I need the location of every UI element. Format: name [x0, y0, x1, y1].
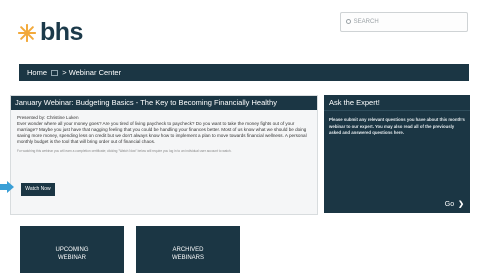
breadcrumb-current: Webinar Center: [68, 68, 122, 77]
logo-text: bhs: [40, 18, 83, 46]
ask-expert-title: Ask the Expert!: [324, 95, 470, 111]
go-label: Go: [444, 201, 455, 208]
breadcrumb-separator: >: [62, 68, 67, 77]
go-button[interactable]: Go ❯: [445, 200, 464, 208]
arrow-pointer-icon: [0, 181, 14, 193]
upcoming-webinar-tile[interactable]: UPCOMING WEBINAR: [20, 226, 124, 273]
webinar-title: January Webinar: Budgeting Basics - The …: [11, 96, 317, 110]
webinar-description: Ever wonder where all your money goes? A…: [17, 121, 307, 144]
webinar-presenter: Presented by: Christine Luken: [17, 115, 79, 120]
tile-line: UPCOMING: [55, 247, 89, 253]
webinar-panel: January Webinar: Budgeting Basics - The …: [10, 95, 318, 215]
chevron-right-icon: ❯: [458, 201, 464, 208]
search-input[interactable]: SEARCH: [340, 12, 468, 32]
tile-line: ARCHIVED: [172, 247, 204, 253]
search-placeholder: SEARCH: [353, 19, 379, 25]
breadcrumb-home[interactable]: Home: [27, 68, 47, 77]
star-logo-icon: [18, 24, 36, 42]
ask-expert-description: Please submit any relevant questions you…: [329, 117, 465, 135]
home-icon[interactable]: [51, 70, 59, 76]
breadcrumb: Home > Webinar Center: [19, 64, 469, 81]
tile-line: WEBINARS: [171, 254, 204, 261]
tile-line: WEBINAR: [57, 254, 86, 261]
webinar-disclaimer: For watching this webinar you will earn …: [17, 149, 232, 153]
archived-webinars-tile[interactable]: ARCHIVED WEBINARS: [136, 226, 240, 273]
brand-logo[interactable]: bhs: [18, 18, 88, 52]
watch-now-button[interactable]: Watch Now: [21, 183, 55, 196]
search-icon: [346, 19, 351, 24]
ask-expert-panel: Ask the Expert! Please submit any releva…: [324, 95, 470, 213]
